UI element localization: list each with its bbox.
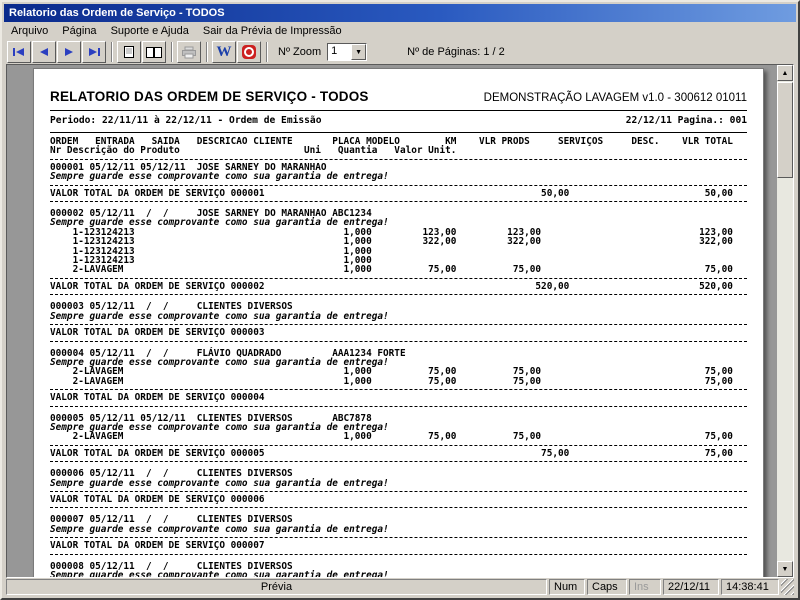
report-line-note: Sempre guarde esse comprovante como sua … [50, 477, 389, 489]
dashed-separator [50, 442, 747, 446]
two-page-icon [146, 46, 162, 59]
insert-mode-label: Ins [634, 581, 649, 593]
dashed-separator [50, 403, 747, 407]
status-previa-label: Prévia [260, 581, 293, 593]
last-page-icon [87, 47, 101, 57]
arrow-down-icon: ▼ [781, 565, 789, 573]
report-line-total: VALOR TOTAL DA ORDEM DE SERVIÇO 000006 [50, 493, 265, 505]
arrow-right-icon [63, 47, 75, 57]
preview-area: RELATORIO DAS ORDEM DE SERVIÇO - TODOS D… [6, 64, 794, 578]
dashed-separator [50, 458, 747, 463]
dashed-separator [50, 198, 747, 203]
report-line-total: VALOR TOTAL DA ORDEM DE SERVIÇO 000002 5… [50, 280, 733, 292]
window-title: Relatorio das Ordem de Serviço - TODOS [9, 7, 225, 19]
time-label: 14:38:41 [726, 581, 769, 593]
status-date: 22/12/11 [663, 579, 719, 595]
report-version-label: DEMONSTRAÇÃO LAVAGEM v1.0 - 300612 01011 [483, 92, 747, 104]
toolbar: W Nº Zoom 1 ▼ Nº de Páginas: 1 / 2 [4, 40, 796, 64]
dashed-separator [50, 534, 747, 539]
report-line-note: Sempre guarde esse comprovante como sua … [50, 523, 389, 535]
chevron-down-icon: ▼ [355, 48, 363, 56]
dashed-separator [50, 291, 747, 296]
single-page-view-button[interactable] [117, 41, 141, 63]
report-line-note: Sempre guarde esse comprovante como sua … [50, 570, 389, 578]
report-line-total: VALOR TOTAL DA ORDEM DE SERVIÇO 000004 [50, 392, 265, 404]
report-line-item: 2-LAVAGEM 1,000 75,00 75,00 75,00 [50, 264, 733, 276]
dashed-separator [50, 338, 747, 342]
zoom-dropdown-button[interactable]: ▼ [351, 44, 367, 60]
horizontal-rule [50, 110, 747, 111]
toolbar-separator [111, 42, 113, 62]
status-bar: Prévia Num Caps Ins 22/12/11 14:38:41 [6, 579, 794, 595]
caps-lock-label: Caps [592, 581, 618, 593]
next-page-button[interactable] [57, 41, 81, 63]
report-line-total: VALOR TOTAL DA ORDEM DE SERVIÇO 000005 7… [50, 447, 733, 459]
dashed-separator [50, 182, 747, 186]
zoom-combobox[interactable]: 1 ▼ [327, 43, 368, 61]
dashed-separator [50, 275, 747, 279]
menu-item-suporte-e-ajuda[interactable]: Suporte e Ajuda [104, 23, 196, 39]
report-line-total: VALOR TOTAL DA ORDEM DE SERVIÇO 000003 [50, 327, 265, 339]
print-button[interactable] [177, 41, 201, 63]
scroll-down-button[interactable]: ▼ [777, 561, 793, 577]
single-page-icon [123, 45, 135, 59]
report-line-colhead: Nr Descrição do Produto Uni Quantia Valo… [50, 145, 457, 157]
two-page-view-button[interactable] [142, 41, 166, 63]
report-line-note: Sempre guarde esse comprovante como sua … [50, 310, 389, 322]
toolbar-separator [266, 42, 268, 62]
previous-page-button[interactable] [32, 41, 56, 63]
report-line-total: VALOR TOTAL DA ORDEM DE SERVIÇO 000001 5… [50, 187, 733, 199]
status-caps-indicator: Caps [587, 579, 627, 595]
title-bar[interactable]: Relatorio das Ordem de Serviço - TODOS [4, 4, 796, 22]
menu-item-pagina[interactable]: Página [55, 23, 103, 39]
red-o-icon [242, 45, 256, 59]
horizontal-rule [50, 132, 747, 133]
report-page: RELATORIO DAS ORDEM DE SERVIÇO - TODOS D… [33, 68, 764, 578]
date-label: 22/12/11 [668, 581, 711, 593]
report-period: Periodo: 22/11/11 à 22/12/11 - Ordem de … [50, 115, 322, 126]
report-header: RELATORIO DAS ORDEM DE SERVIÇO - TODOS D… [50, 89, 747, 104]
menu-bar: Arquivo Página Suporte e Ajuda Sair da P… [4, 22, 796, 40]
dashed-separator [50, 321, 747, 326]
dashed-separator [50, 504, 747, 509]
first-page-button[interactable] [7, 41, 31, 63]
num-lock-label: Num [554, 581, 578, 593]
scroll-thumb[interactable] [777, 82, 793, 178]
pdf-export-button[interactable] [237, 41, 261, 63]
report-period-row: Periodo: 22/11/11 à 22/12/11 - Ordem de … [50, 115, 747, 126]
report-line-item: 2-LAVAGEM 1,000 75,00 75,00 75,00 [50, 375, 733, 387]
scroll-up-button[interactable]: ▲ [777, 65, 793, 81]
zoom-value: 1 [331, 45, 338, 57]
report-title: RELATORIO DAS ORDEM DE SERVIÇO - TODOS [50, 89, 369, 104]
menu-item-sair-da-previa[interactable]: Sair da Prévia de Impressão [196, 23, 349, 39]
app-window: Relatorio das Ordem de Serviço - TODOS A… [0, 0, 800, 600]
toolbar-separator [171, 42, 173, 62]
status-ins-indicator: Ins [629, 579, 661, 595]
report-line-total: VALOR TOTAL DA ORDEM DE SERVIÇO 000007 [50, 540, 265, 552]
report-date-page: 22/12/11 Pagina.: 001 [625, 115, 747, 126]
zoom-label: Nº Zoom [278, 46, 322, 58]
menu-item-arquivo[interactable]: Arquivo [4, 23, 55, 39]
word-export-button[interactable]: W [212, 41, 236, 63]
dashed-separator [50, 386, 747, 391]
arrow-up-icon: ▲ [781, 69, 789, 77]
report-line-item: 2-LAVAGEM 1,000 75,00 75,00 75,00 [50, 431, 733, 443]
arrow-left-icon [38, 47, 50, 57]
vertical-scrollbar[interactable]: ▲ ▼ [777, 65, 793, 577]
last-page-button[interactable] [82, 41, 106, 63]
word-icon: W [216, 43, 232, 60]
dashed-separator [50, 156, 747, 160]
pages-count-label: Nº de Páginas: 1 / 2 [407, 46, 505, 58]
status-num-indicator: Num [549, 579, 585, 595]
dashed-separator [50, 551, 747, 555]
first-page-icon [12, 47, 26, 57]
resize-grip[interactable] [781, 579, 794, 595]
status-time: 14:38:41 [721, 579, 779, 595]
printer-icon [181, 46, 197, 59]
report-lines: ORDEM ENTRADA SAIDA DESCRICAO CLIENTE PL… [50, 137, 747, 578]
report-line-note: Sempre guarde esse comprovante como sua … [50, 171, 389, 183]
toolbar-separator [206, 42, 208, 62]
dashed-separator [50, 488, 747, 492]
status-panel-previa: Prévia [6, 579, 547, 595]
